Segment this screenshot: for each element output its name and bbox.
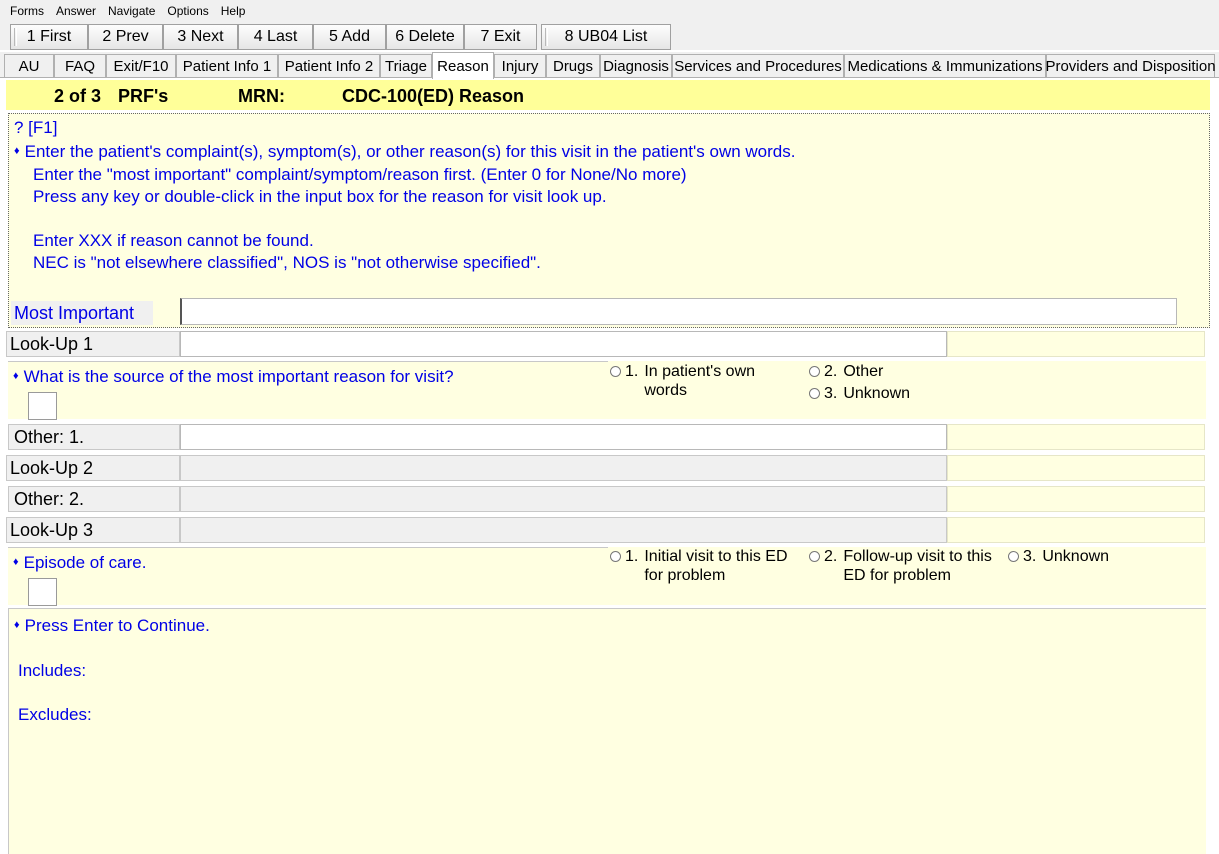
- record-counter: 2 of 3: [54, 86, 102, 106]
- last-button[interactable]: 4 Last: [238, 24, 313, 50]
- excludes-label: Excludes:: [18, 705, 92, 724]
- lookup-3-input: [180, 517, 947, 543]
- ub04-list-button[interactable]: 8 UB04 List: [541, 24, 671, 50]
- prev-button[interactable]: 2 Prev: [88, 24, 163, 50]
- other-2-input: [180, 486, 947, 512]
- lookup-1-description: [947, 331, 1205, 357]
- lookup-2-input: [180, 455, 947, 481]
- radio-icon: [809, 366, 820, 377]
- lookup-2-label: Look-Up 2: [6, 455, 180, 481]
- radio-icon: [610, 551, 621, 562]
- exit-button[interactable]: 7 Exit: [464, 24, 537, 50]
- most-important-label: Most Important: [11, 301, 153, 325]
- most-important-input[interactable]: [180, 298, 1177, 325]
- lookup-3-label: Look-Up 3: [6, 517, 180, 543]
- menu-options[interactable]: Options: [161, 4, 214, 18]
- tab-reason[interactable]: Reason: [432, 52, 494, 79]
- form-header: 2 of 3 PRF's MRN: CDC-100(ED) Reason: [6, 80, 1210, 110]
- episode-question-text: Episode of care.: [23, 553, 147, 572]
- other-1-label: Other: 1.: [8, 424, 180, 450]
- tab-patient-info-1[interactable]: Patient Info 1: [176, 54, 278, 78]
- menu-help[interactable]: Help: [215, 4, 252, 18]
- help-f1-link[interactable]: ? [F1]: [14, 118, 57, 138]
- source-option-3[interactable]: 3. Unknown: [809, 384, 910, 403]
- instruction-line-3: Press any key or double-click in the inp…: [33, 187, 607, 206]
- instruction-line-4: Enter XXX if reason cannot be found.: [33, 231, 314, 250]
- menu-answer[interactable]: Answer: [50, 4, 102, 18]
- radio-icon: [809, 388, 820, 399]
- continue-panel: ♦ Press Enter to Continue. Includes: Excl…: [8, 608, 1206, 854]
- source-option-1[interactable]: 1. In patient's own words: [610, 362, 795, 400]
- form-title: CDC-100(ED) Reason: [342, 86, 525, 106]
- source-answer-input[interactable]: [28, 392, 57, 420]
- instruction-line-1: Enter the patient's complaint(s), sympto…: [24, 142, 796, 161]
- delete-button[interactable]: 6 Delete: [386, 24, 464, 50]
- tab-providers-disposition[interactable]: Providers and Disposition: [1045, 54, 1216, 78]
- tab-medications-immunizations[interactable]: Medications & Immunizations: [844, 54, 1046, 78]
- add-button[interactable]: 5 Add: [313, 24, 386, 50]
- episode-option-2[interactable]: 2. Follow-up visit to this ED for problem: [809, 547, 1005, 585]
- source-question-panel: ♦ What is the source of the most importan…: [8, 361, 608, 420]
- menu-navigate[interactable]: Navigate: [102, 4, 161, 18]
- tab-diagnosis[interactable]: Diagnosis: [600, 54, 672, 78]
- bullet-icon: ♦: [13, 370, 19, 382]
- radio-icon: [610, 366, 621, 377]
- tab-triage[interactable]: Triage: [380, 54, 432, 78]
- mrn-label: MRN:: [238, 86, 285, 106]
- tab-drugs[interactable]: Drugs: [546, 54, 600, 78]
- other-1-input[interactable]: [180, 424, 947, 450]
- other-2-description: [947, 486, 1205, 512]
- episode-option-3[interactable]: 3. Unknown: [1008, 547, 1109, 566]
- tab-strip: AU FAQ Exit/F10 Patient Info 1 Patient I…: [0, 52, 1219, 79]
- tab-injury[interactable]: Injury: [494, 54, 546, 78]
- other-1-description: [947, 424, 1205, 450]
- tab-services-procedures[interactable]: Services and Procedures: [672, 54, 844, 78]
- tab-patient-info-2[interactable]: Patient Info 2: [278, 54, 380, 78]
- bullet-icon: ♦: [14, 619, 20, 631]
- includes-label: Includes:: [18, 661, 87, 680]
- bullet-icon: ♦: [14, 145, 20, 157]
- first-button[interactable]: 1 First: [10, 24, 88, 50]
- lookup-3-description: [947, 517, 1205, 543]
- continue-prompt: Press Enter to Continue.: [24, 616, 210, 635]
- menu-forms[interactable]: Forms: [4, 4, 50, 18]
- radio-icon: [1008, 551, 1019, 562]
- tab-faq[interactable]: FAQ: [54, 54, 106, 78]
- tab-au[interactable]: AU: [4, 54, 54, 78]
- instruction-line-5: NEC is "not elsewhere classified", NOS i…: [33, 253, 541, 272]
- episode-question-panel: ♦ Episode of care.: [8, 547, 608, 606]
- toolbar: 1 First 2 Prev 3 Next 4 Last 5 Add 6 Del…: [0, 22, 1219, 50]
- instruction-line-2: Enter the "most important" complaint/sym…: [33, 165, 687, 184]
- episode-answer-input[interactable]: [28, 578, 57, 606]
- prf-label: PRF's: [118, 86, 169, 106]
- tab-exit-f10[interactable]: Exit/F10: [106, 54, 176, 78]
- bullet-icon: ♦: [13, 556, 19, 568]
- lookup-2-description: [947, 455, 1205, 481]
- lookup-1-label: Look-Up 1: [6, 331, 180, 357]
- instruction-panel: ? [F1] ♦ Enter the patient's complaint(s)…: [8, 113, 1210, 328]
- other-2-label: Other: 2.: [8, 486, 180, 512]
- source-options-panel: 1. In patient's own words 2. Other 3. Unkno…: [608, 361, 1206, 419]
- episode-option-1[interactable]: 1. Initial visit to this ED for problem: [610, 547, 806, 585]
- source-option-2[interactable]: 2. Other: [809, 362, 883, 381]
- episode-options-panel: 1. Initial visit to this ED for problem 2…: [608, 547, 1206, 605]
- source-question-text: What is the source of the most important…: [23, 367, 454, 386]
- radio-icon: [809, 551, 820, 562]
- lookup-1-input[interactable]: [180, 331, 947, 357]
- menu-bar: Forms Answer Navigate Options Help: [0, 0, 1219, 22]
- next-button[interactable]: 3 Next: [163, 24, 238, 50]
